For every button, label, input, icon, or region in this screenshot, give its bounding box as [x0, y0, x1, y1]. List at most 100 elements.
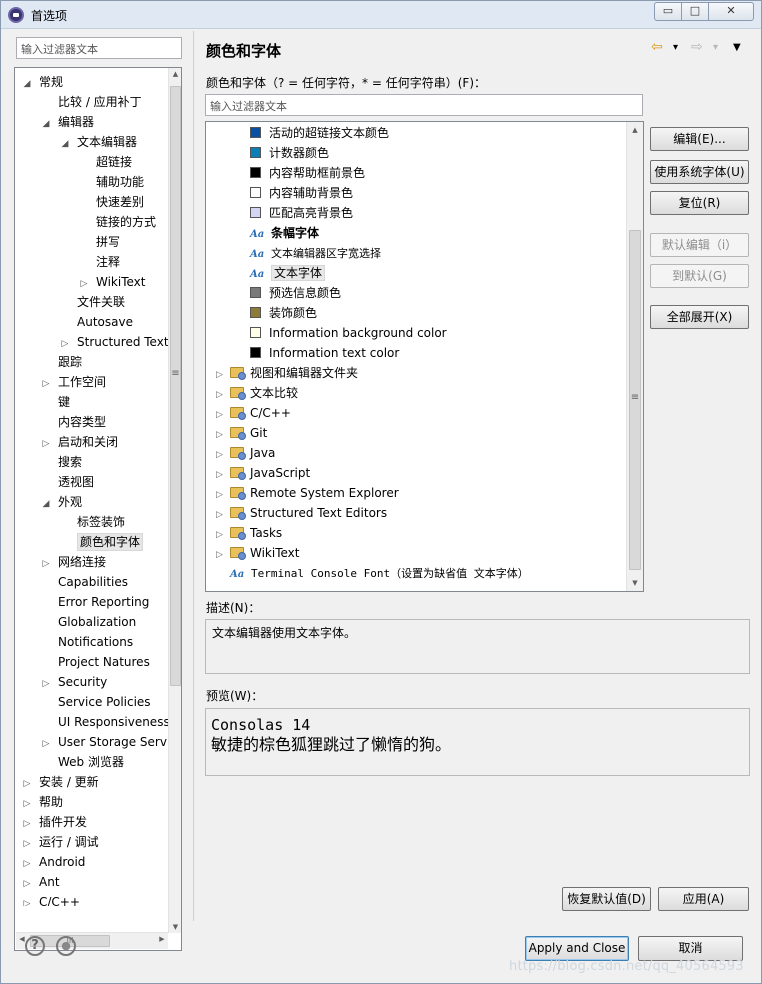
tree-item[interactable]: 内容类型: [40, 412, 106, 432]
collapsed-arrow-icon[interactable]: ▷: [40, 434, 52, 454]
tree-item[interactable]: 快速差别: [78, 192, 144, 212]
tree-item[interactable]: 搜索: [40, 452, 82, 472]
tree-item[interactable]: ▷ 网络连接: [40, 552, 106, 572]
apply-and-close-button[interactable]: Apply and Close: [525, 936, 629, 961]
title-bar[interactable]: 首选项 ▭ □ ✕: [1, 1, 761, 29]
tree-item[interactable]: 文件关联: [59, 292, 125, 312]
edit-default-button[interactable]: 默认编辑（i）: [650, 233, 749, 257]
colors-scroll-down-icon[interactable]: ▼: [627, 579, 643, 587]
left-filter-input[interactable]: 输入过滤器文本: [16, 37, 182, 59]
collapsed-arrow-icon[interactable]: ▷: [21, 874, 33, 894]
category-item[interactable]: ▷ JavaScript: [216, 463, 310, 483]
close-button[interactable]: ✕: [708, 2, 754, 21]
collapsed-arrow-icon[interactable]: ▷: [40, 734, 52, 754]
font-item[interactable]: Aa Terminal Console Font（设置为缺省值 文本字体）: [230, 563, 529, 583]
expanded-arrow-icon[interactable]: ◢: [40, 114, 52, 134]
maximize-button[interactable]: □: [681, 2, 709, 21]
colors-vertical-scrollbar[interactable]: ▲ ≡ ▼: [626, 122, 643, 591]
tree-vertical-scrollbar[interactable]: ▲ ≡ ▼: [168, 68, 181, 933]
tree-item[interactable]: ◢ 常规: [21, 72, 63, 92]
collapsed-arrow-icon[interactable]: ▷: [216, 465, 230, 485]
tree-item[interactable]: ◢ 外观: [40, 492, 82, 512]
font-item[interactable]: Aa 文本字体: [250, 263, 326, 283]
tree-item[interactable]: 跟踪: [40, 352, 82, 372]
tree-item[interactable]: 标签装饰: [59, 512, 125, 532]
colors-fonts-tree[interactable]: 活动的超链接文本颜色 计数器颜色 内容帮助框前景色 内容辅助背景色 匹配高亮背景色 Aa 条…: [205, 121, 644, 592]
reset-button[interactable]: 复位(R): [650, 191, 749, 215]
tree-item[interactable]: ▷ 运行 / 调试: [21, 832, 99, 852]
view-menu-icon[interactable]: ▼: [733, 42, 741, 53]
tree-item[interactable]: ▷ WikiText: [78, 272, 146, 292]
color-item[interactable]: 活动的超链接文本颜色: [250, 123, 389, 143]
tree-item[interactable]: Globalization: [40, 612, 136, 632]
tree-item[interactable]: UI Responsiveness: [40, 712, 169, 732]
collapsed-arrow-icon[interactable]: ▷: [21, 814, 33, 834]
collapsed-arrow-icon[interactable]: ▷: [21, 834, 33, 854]
expanded-arrow-icon[interactable]: ◢: [59, 134, 71, 154]
expand-all-button[interactable]: 全部展开(X): [650, 305, 749, 329]
color-item[interactable]: 内容帮助框前景色: [250, 163, 365, 183]
tree-item[interactable]: 超链接: [78, 152, 132, 172]
category-item[interactable]: ▷ Java: [216, 443, 275, 463]
category-item[interactable]: ▷ Structured Text Editors: [216, 503, 387, 523]
color-item[interactable]: Information text color: [250, 343, 399, 363]
collapsed-arrow-icon[interactable]: ▷: [40, 374, 52, 394]
tree-item[interactable]: Project Natures: [40, 652, 150, 672]
collapsed-arrow-icon[interactable]: ▷: [59, 334, 71, 354]
restore-defaults-button[interactable]: 恢复默认值(D): [562, 887, 651, 911]
tree-item[interactable]: 链接的方式: [78, 212, 156, 232]
colors-filter-input[interactable]: 输入过滤器文本: [205, 94, 643, 116]
color-item[interactable]: 计数器颜色: [250, 143, 329, 163]
collapsed-arrow-icon[interactable]: ▷: [21, 794, 33, 814]
collapsed-arrow-icon[interactable]: ▷: [21, 774, 33, 794]
tree-item[interactable]: 颜色和字体: [59, 532, 144, 552]
forward-dropdown-icon[interactable]: ▾: [713, 42, 718, 53]
tree-item[interactable]: Capabilities: [40, 572, 128, 592]
forward-arrow-icon[interactable]: ⇨: [691, 39, 703, 55]
color-item[interactable]: 预选信息颜色: [250, 283, 341, 303]
minimize-button[interactable]: ▭: [654, 2, 682, 21]
collapsed-arrow-icon[interactable]: ▷: [40, 674, 52, 694]
help-icon[interactable]: ?: [25, 936, 45, 956]
collapsed-arrow-icon[interactable]: ▷: [40, 554, 52, 574]
category-item[interactable]: ▷ Git: [216, 423, 267, 443]
tree-item[interactable]: 辅助功能: [78, 172, 144, 192]
collapsed-arrow-icon[interactable]: ▷: [216, 365, 230, 385]
collapsed-arrow-icon[interactable]: ▷: [216, 505, 230, 525]
category-item[interactable]: ▷ C/C++: [216, 403, 291, 423]
tree-item[interactable]: ▷ 启动和关闭: [40, 432, 118, 452]
back-arrow-icon[interactable]: ⇦: [651, 39, 663, 55]
collapsed-arrow-icon[interactable]: ▷: [216, 445, 230, 465]
cancel-button[interactable]: 取消: [638, 936, 743, 961]
tree-item[interactable]: ▷ Structured Text: [59, 332, 169, 352]
tree-item[interactable]: ▷ C/C++: [21, 892, 80, 906]
collapsed-arrow-icon[interactable]: ▷: [216, 425, 230, 445]
preference-tree[interactable]: ◢ 常规 比较 / 应用补丁 ◢ 编辑器 ◢ 文本编辑器 超链接 辅助功能 快速差别 链接的方式 拼写…: [14, 67, 182, 951]
tree-item[interactable]: Service Policies: [40, 692, 151, 712]
tree-item[interactable]: ◢ 编辑器: [40, 112, 94, 132]
collapsed-arrow-icon[interactable]: ▷: [216, 385, 230, 405]
tree-item[interactable]: 键: [40, 392, 70, 412]
tree-item[interactable]: ▷ 安装 / 更新: [21, 772, 99, 792]
tree-item[interactable]: 透视图: [40, 472, 94, 492]
panel-separator[interactable]: [193, 31, 194, 921]
tree-item[interactable]: Autosave: [59, 312, 133, 332]
edit-button[interactable]: 编辑(E)...: [650, 127, 749, 151]
category-item[interactable]: ▷ WikiText: [216, 543, 300, 563]
tree-item[interactable]: 注释: [78, 252, 120, 272]
tree-item[interactable]: 比较 / 应用补丁: [40, 92, 142, 112]
collapsed-arrow-icon[interactable]: ▷: [78, 274, 90, 294]
collapsed-arrow-icon[interactable]: ▷: [216, 485, 230, 505]
scroll-down-arrow-icon[interactable]: ▼: [169, 923, 181, 931]
tree-item[interactable]: ◢ 文本编辑器: [59, 132, 137, 152]
tree-item[interactable]: ▷ User Storage Service: [40, 732, 169, 752]
category-item[interactable]: ▷ Remote System Explorer: [216, 483, 399, 503]
scroll-up-arrow-icon[interactable]: ▲: [169, 70, 181, 78]
tree-item[interactable]: 拼写: [78, 232, 120, 252]
color-item[interactable]: Information background color: [250, 323, 447, 343]
category-item[interactable]: ▷ Tasks: [216, 523, 282, 543]
color-item[interactable]: 装饰颜色: [250, 303, 317, 323]
collapsed-arrow-icon[interactable]: ▷: [216, 525, 230, 545]
expanded-arrow-icon[interactable]: ◢: [40, 494, 52, 514]
tree-item[interactable]: ▷ 帮助: [21, 792, 63, 812]
